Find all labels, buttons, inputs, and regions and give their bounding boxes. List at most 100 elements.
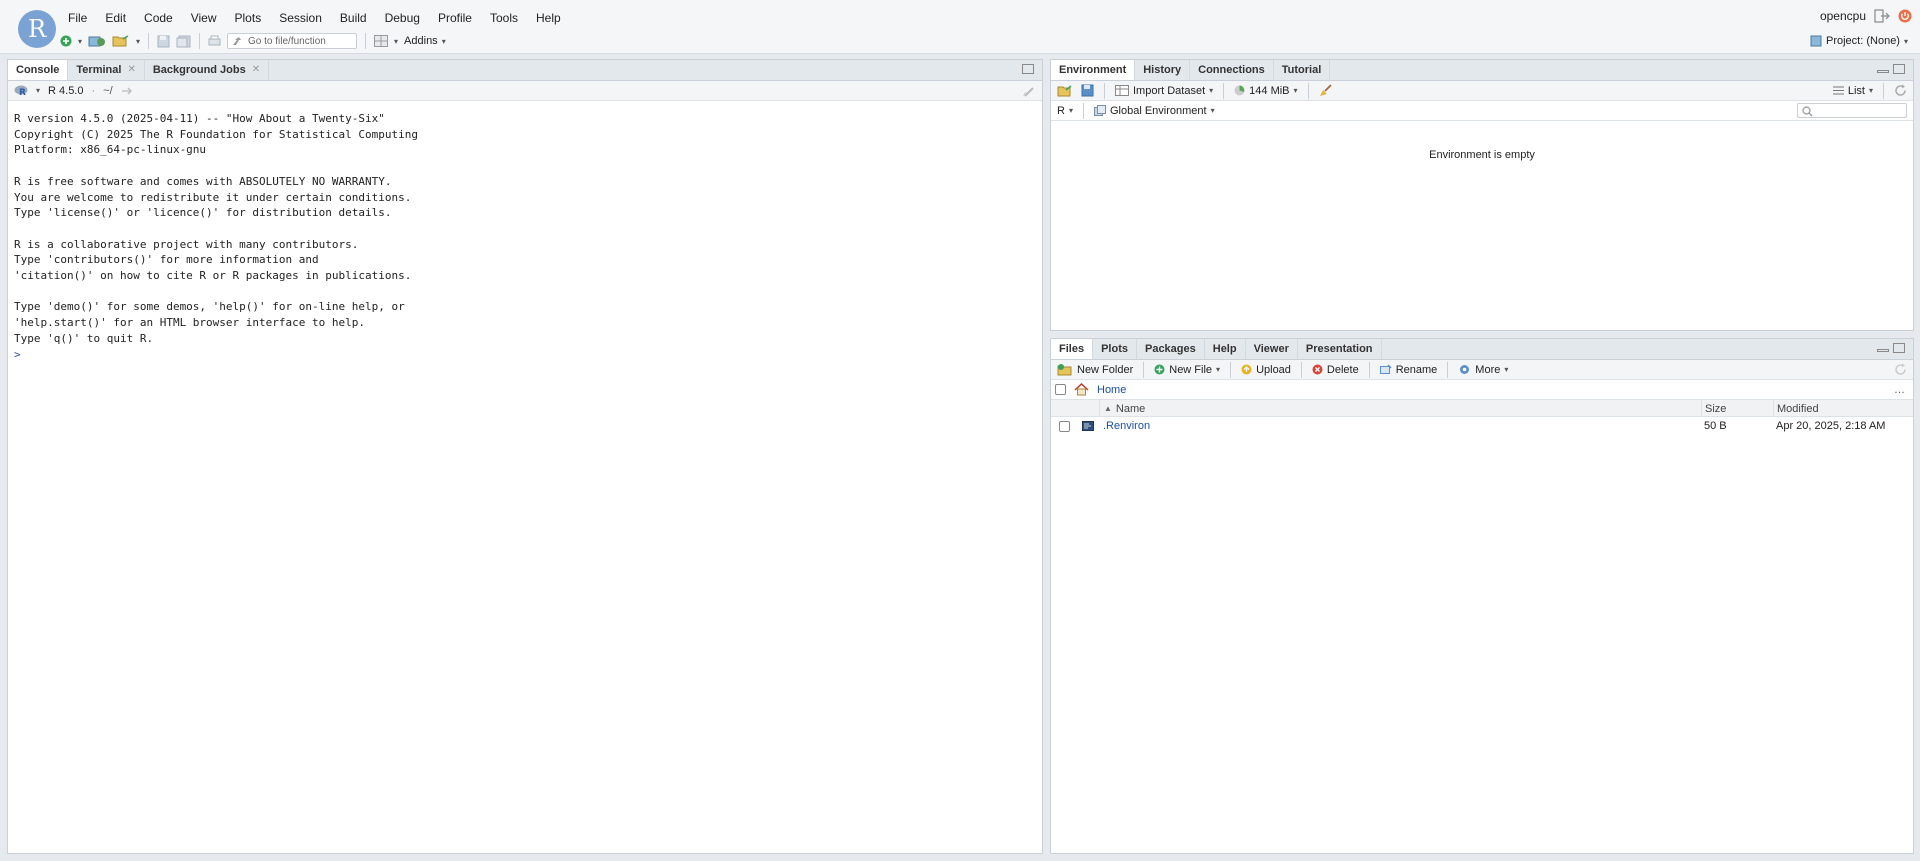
save-workspace-icon[interactable] — [1081, 84, 1094, 97]
delete-label: Delete — [1326, 363, 1359, 376]
select-all-checkbox[interactable] — [1055, 384, 1066, 395]
refresh-icon[interactable] — [1894, 84, 1907, 97]
menu-build[interactable]: Build — [340, 11, 367, 25]
tab-packages[interactable]: Packages — [1137, 339, 1205, 359]
more-caret-icon: ▾ — [1504, 365, 1509, 374]
go-to-file-input[interactable]: Go to file/function — [227, 33, 358, 49]
new-project-icon[interactable] — [88, 34, 106, 48]
new-file-button[interactable]: New File ▾ — [1154, 364, 1220, 376]
quit-session-icon[interactable] — [1898, 9, 1912, 23]
table-row[interactable]: .Renviron 50 B Apr 20, 2025, 2:18 AM — [1051, 417, 1913, 435]
load-workspace-icon[interactable] — [1057, 84, 1073, 97]
files-table-header: ▲ Name Size Modified — [1051, 400, 1913, 417]
open-file-icon[interactable] — [112, 34, 130, 48]
view-mode-label: List — [1847, 84, 1865, 97]
files-tabstrip: Files Plots Packages Help Viewer Present… — [1051, 339, 1913, 360]
sign-out-icon[interactable] — [1874, 9, 1890, 23]
close-icon[interactable]: ✕ — [127, 64, 135, 75]
environment-toolbar: Import Dataset ▾ 144 MiB ▾ List ▾ — [1051, 81, 1913, 101]
workspace-panes-caret-icon[interactable]: ▾ — [394, 37, 398, 46]
rename-button[interactable]: Rename — [1379, 364, 1437, 376]
import-dataset-caret-icon: ▾ — [1209, 86, 1214, 95]
tab-background-jobs[interactable]: Background Jobs ✕ — [145, 60, 270, 80]
go-to-file-placeholder: Go to file/function — [248, 35, 326, 47]
r-logo: R — [18, 10, 56, 48]
tab-tutorial[interactable]: Tutorial — [1274, 60, 1331, 80]
addins-caret-icon: ▾ — [441, 36, 446, 46]
tab-files[interactable]: Files — [1051, 339, 1094, 359]
new-file-caret-icon[interactable]: ▾ — [78, 37, 82, 46]
menu-help[interactable]: Help — [536, 11, 561, 25]
workspace-panes-icon[interactable] — [374, 35, 389, 47]
r-language-icon[interactable]: R — [14, 85, 28, 97]
broom-icon[interactable] — [1319, 84, 1333, 97]
project-menu[interactable]: Project: (None) ▾ — [1810, 35, 1908, 47]
project-icon — [1810, 35, 1822, 47]
save-icon[interactable] — [157, 35, 170, 48]
tab-files-label: Files — [1059, 342, 1085, 355]
new-file-icon[interactable] — [60, 35, 72, 47]
menu-plots[interactable]: Plots — [235, 11, 262, 25]
tab-presentation[interactable]: Presentation — [1298, 339, 1382, 359]
home-icon[interactable] — [1074, 383, 1089, 396]
save-all-icon[interactable] — [176, 35, 191, 48]
language-selector[interactable]: R ▾ — [1057, 105, 1073, 117]
menu-file[interactable]: File — [68, 11, 87, 25]
menu-profile[interactable]: Profile — [438, 11, 472, 25]
menu-debug[interactable]: Debug — [385, 11, 420, 25]
row-checkbox[interactable] — [1058, 420, 1070, 432]
memory-usage-button[interactable]: 144 MiB ▾ — [1234, 85, 1298, 97]
menu-tools[interactable]: Tools — [490, 11, 518, 25]
menu-code[interactable]: Code — [144, 11, 173, 25]
go-to-directory-icon[interactable] — [121, 86, 133, 96]
tab-terminal-label: Terminal — [76, 63, 122, 76]
r-version-caret-icon[interactable]: ▾ — [36, 86, 40, 95]
delete-icon — [1312, 364, 1323, 375]
tab-environment[interactable]: Environment — [1051, 60, 1136, 80]
maximize-pane-icon[interactable] — [1893, 64, 1905, 74]
column-header-size[interactable]: Size — [1701, 400, 1773, 417]
maximize-pane-icon[interactable] — [1893, 343, 1905, 353]
tab-console[interactable]: Console — [8, 60, 69, 80]
column-header-modified[interactable]: Modified — [1773, 400, 1913, 417]
open-file-caret-icon[interactable]: ▾ — [136, 37, 140, 46]
minimize-pane-icon[interactable] — [1877, 70, 1889, 73]
column-header-name[interactable]: ▲ Name — [1099, 400, 1701, 417]
more-button[interactable]: More ▾ — [1458, 363, 1508, 376]
tab-viewer[interactable]: Viewer — [1246, 339, 1298, 359]
file-name-link[interactable]: .Renviron — [1103, 420, 1150, 432]
minimize-pane-icon[interactable] — [1877, 349, 1889, 352]
view-mode-button[interactable]: List ▾ — [1832, 84, 1873, 97]
print-icon[interactable] — [208, 35, 221, 48]
text-file-icon — [1082, 421, 1094, 431]
tab-plots[interactable]: Plots — [1093, 339, 1137, 359]
tab-history[interactable]: History — [1135, 60, 1191, 80]
tab-terminal[interactable]: Terminal ✕ — [68, 60, 145, 80]
language-label: R — [1057, 104, 1065, 117]
upload-button[interactable]: Upload — [1241, 364, 1291, 376]
refresh-icon[interactable] — [1894, 363, 1907, 376]
main-toolbar: ▾ ▾ Go to file/function ▾ Addins ▾ Proje… — [0, 30, 1920, 54]
tab-connections[interactable]: Connections — [1190, 60, 1274, 80]
environment-search-input[interactable] — [1797, 103, 1907, 118]
console-prompt: > — [14, 347, 21, 361]
rename-icon — [1379, 364, 1392, 374]
close-icon[interactable]: ✕ — [252, 64, 260, 75]
environment-pane: Environment History Connections Tutorial… — [1050, 59, 1914, 331]
restore-pane-icon[interactable] — [1022, 64, 1034, 74]
more-options-icon[interactable]: … — [1894, 384, 1905, 396]
clear-console-icon[interactable] — [1022, 85, 1036, 97]
menu-edit[interactable]: Edit — [105, 11, 126, 25]
new-file-caret-icon: ▾ — [1216, 365, 1221, 374]
menu-session[interactable]: Session — [279, 11, 322, 25]
addins-button[interactable]: Addins ▾ — [404, 35, 446, 47]
menu-view[interactable]: View — [191, 11, 217, 25]
delete-button[interactable]: Delete — [1312, 364, 1359, 376]
working-directory[interactable]: ~/ — [103, 85, 112, 97]
environment-scope-selector[interactable]: Global Environment ▾ — [1093, 105, 1215, 117]
breadcrumb-home[interactable]: Home — [1097, 384, 1126, 396]
tab-help[interactable]: Help — [1205, 339, 1246, 359]
import-dataset-button[interactable]: Import Dataset ▾ — [1115, 85, 1213, 97]
console-input-line[interactable]: > — [8, 347, 1042, 363]
new-folder-button[interactable]: New Folder — [1057, 363, 1133, 376]
